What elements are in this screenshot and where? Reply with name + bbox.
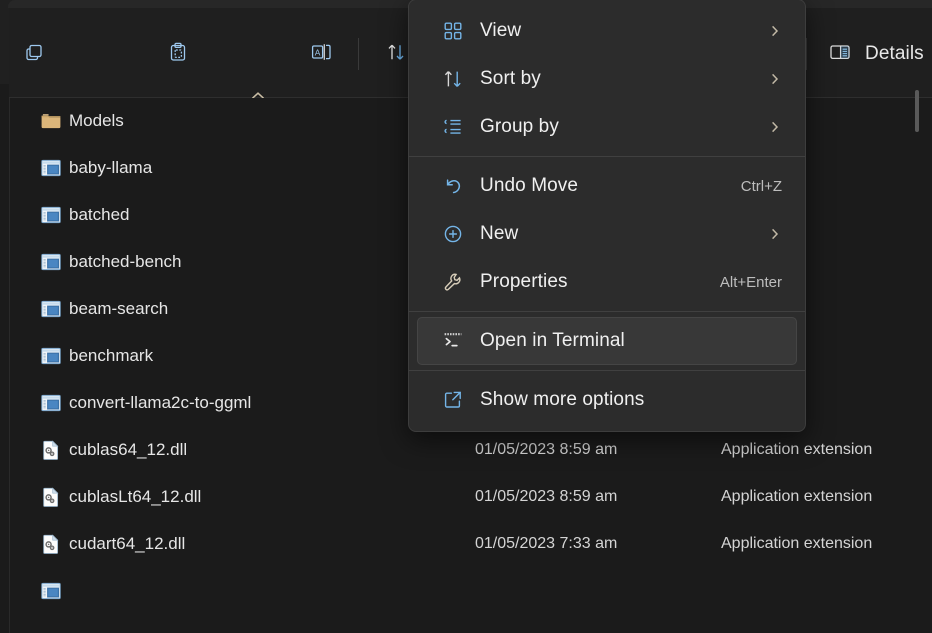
- file-name: benchmark: [69, 345, 154, 365]
- list-left-divider: [9, 98, 10, 633]
- chevron-right-icon: [769, 120, 781, 134]
- details-label: Details: [865, 43, 924, 64]
- paste-button[interactable]: [158, 36, 198, 72]
- folder-icon: [40, 110, 62, 132]
- dll-icon: [40, 533, 62, 555]
- menu-item-label: Properties: [480, 271, 568, 292]
- menu-item-label: Open in Terminal: [480, 330, 625, 351]
- file-name: convert-llama2c-to-ggml: [69, 392, 252, 412]
- application-icon: [40, 251, 62, 273]
- sort-ascending-indicator: [250, 88, 266, 99]
- menu-item-new[interactable]: New: [417, 210, 797, 258]
- toolbar-separator-2: [806, 38, 807, 70]
- menu-item-label: Undo Move: [480, 175, 579, 196]
- file-name: cublas64_12.dll: [69, 439, 188, 459]
- menu-item-show-more-options[interactable]: Show more options: [417, 376, 797, 424]
- file-name: beam-search: [69, 298, 169, 318]
- copy-icon: [23, 41, 45, 68]
- application-icon: [40, 298, 62, 320]
- dll-icon: [40, 486, 62, 508]
- application-icon: [40, 345, 62, 367]
- details-pane-button[interactable]: Details: [820, 34, 932, 74]
- menu-item-label: Show more options: [480, 389, 645, 410]
- chevron-right-icon: [769, 227, 781, 241]
- file-row[interactable]: [9, 567, 932, 614]
- application-icon: [40, 157, 62, 179]
- file-name: batched: [69, 204, 130, 224]
- file-name: baby-llama: [69, 157, 153, 177]
- dll-icon: [40, 439, 62, 461]
- svg-text:A: A: [315, 47, 321, 57]
- paste-icon: [167, 41, 189, 68]
- menu-item-label: Sort by: [480, 68, 541, 89]
- file-name: batched-bench: [69, 251, 182, 271]
- vertical-scrollbar-thumb[interactable]: [915, 90, 919, 132]
- rename-button[interactable]: A: [302, 36, 342, 72]
- menu-separator: [409, 311, 805, 312]
- menu-item-label: New: [480, 223, 519, 244]
- file-name: cublasLt64_12.dll: [69, 486, 202, 506]
- undo-icon: [441, 174, 465, 198]
- file-name: Models: [69, 110, 124, 130]
- menu-item-label: View: [480, 20, 522, 41]
- file-row[interactable]: cublasLt64_12.dll 01/05/2023 8:59 am Appli…: [9, 473, 932, 520]
- menu-item-shortcut: Ctrl+Z: [740, 177, 782, 195]
- file-date-modified: 01/05/2023 7:33 am: [475, 534, 618, 552]
- file-type: Application extension: [721, 534, 873, 552]
- expand-icon: [441, 388, 465, 412]
- terminal-icon: [441, 329, 465, 353]
- menu-item-open-in-terminal[interactable]: Open in Terminal: [417, 317, 797, 365]
- menu-item-group-by[interactable]: Group by: [417, 103, 797, 151]
- file-row[interactable]: cublas64_12.dll 01/05/2023 8:59 am Applica…: [9, 426, 932, 473]
- toolbar-separator-1: [358, 38, 359, 70]
- file-date-modified: 01/05/2023 8:59 am: [475, 440, 618, 458]
- copy-button[interactable]: [14, 36, 54, 72]
- application-icon: [40, 204, 62, 226]
- vertical-scrollbar[interactable]: [910, 84, 924, 633]
- plus-icon: [441, 222, 465, 246]
- chevron-right-icon: [769, 72, 781, 86]
- menu-separator: [409, 156, 805, 157]
- file-date-modified: 01/05/2023 8:59 am: [475, 487, 618, 505]
- context-menu: View Sort by Group by Undo Move Ctrl+Z New Pro…: [408, 0, 806, 432]
- menu-item-label: Group by: [480, 116, 559, 137]
- menu-top-padding: [409, 0, 805, 7]
- chevron-right-icon: [769, 24, 781, 38]
- rename-icon: A: [310, 41, 334, 68]
- wrench-icon: [441, 270, 465, 294]
- application-icon: [40, 580, 62, 602]
- file-name: cudart64_12.dll: [69, 533, 186, 553]
- details-icon: [828, 41, 852, 68]
- menu-item-view[interactable]: View: [417, 7, 797, 55]
- group-icon: [441, 115, 465, 139]
- menu-separator: [409, 370, 805, 371]
- menu-item-shortcut: Alt+Enter: [719, 273, 782, 291]
- menu-item-undo-move[interactable]: Undo Move Ctrl+Z: [417, 162, 797, 210]
- menu-item-sort-by[interactable]: Sort by: [417, 55, 797, 103]
- grid-icon: [441, 19, 465, 43]
- sort-icon: [441, 67, 465, 91]
- application-icon: [40, 392, 62, 414]
- file-type: Application extension: [721, 440, 873, 458]
- menu-item-properties[interactable]: Properties Alt+Enter: [417, 258, 797, 306]
- sort-icon: [385, 41, 407, 68]
- file-type: Application extension: [721, 487, 873, 505]
- file-explorer-window: A Details Models baby-llama batched batc…: [0, 0, 932, 633]
- file-row[interactable]: cudart64_12.dll 01/05/2023 7:33 am Applica…: [9, 520, 932, 567]
